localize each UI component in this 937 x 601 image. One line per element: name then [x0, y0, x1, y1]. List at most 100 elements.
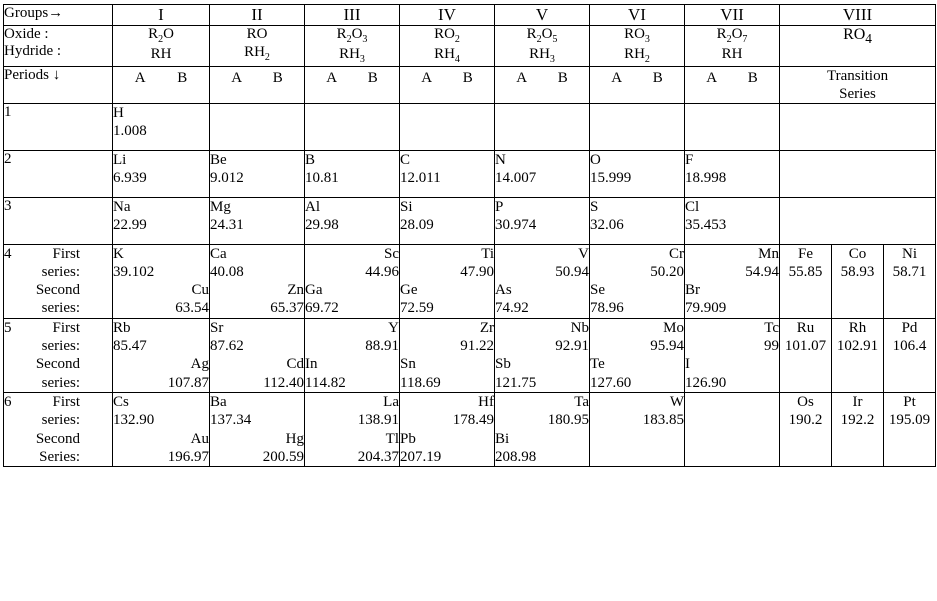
element-cell-La: La 138.91: [305, 393, 399, 430]
element-symbol: Zn: [287, 282, 304, 299]
element-cell-Zr: Zr 91.22: [400, 319, 494, 356]
table-row-period-1: 1 H 1.008: [3, 102, 937, 151]
element-mass: 9.012: [210, 169, 244, 186]
oxide-formula-V: R2O5: [526, 26, 558, 45]
element-mass: 35.453: [685, 216, 727, 233]
element-symbol: Pd: [901, 319, 918, 336]
first-series-label2: series:: [41, 412, 80, 429]
element-mass: 10.81: [305, 169, 339, 186]
element-cell-Pd: Pd 106.4: [882, 317, 937, 393]
element-group-V-period-5: Nb 92.91 Sb 121.75: [494, 317, 590, 393]
group-header-IV: IV: [399, 4, 495, 26]
element-group-I-period-5: Rb 85.47 Ag 107.87: [112, 317, 210, 393]
hydride-label: Hydride :: [4, 43, 62, 59]
period-6-first-line2: series:: [4, 411, 112, 429]
element-cell-empty: [209, 102, 305, 151]
second-series-label: Second: [35, 430, 80, 447]
element-symbol: Tc: [764, 319, 779, 336]
element-mass: 196.97: [167, 448, 209, 465]
period-6-second-line2: Series:: [4, 448, 112, 466]
element-cell-As: As 74.92: [495, 281, 589, 318]
element-group-V-period-6: Ta 180.95 Bi 208.98: [494, 391, 590, 468]
element-mass: 102.91: [836, 338, 879, 355]
element-mass: 88.91: [365, 338, 399, 355]
element-mass: 138.91: [357, 412, 399, 429]
element-mass: 22.99: [113, 216, 147, 233]
period-number-4: 4 First series: Second series:: [3, 243, 113, 319]
element-cell-Se: Se 78.96: [590, 281, 684, 318]
element-symbol: Y: [388, 319, 399, 336]
element-symbol: Bi: [495, 430, 510, 447]
element-symbol: Sc: [384, 245, 399, 262]
element-cell-Cs: Cs 132.90: [113, 393, 209, 430]
element-mass: 40.08: [210, 263, 244, 280]
element-cell-B: B 10.81: [304, 149, 400, 198]
subgroup-b-VII: B: [747, 69, 758, 86]
element-symbol: Sr: [210, 319, 224, 336]
element-cell-Al: Al 29.98: [304, 196, 400, 245]
element-cell-K: K 39.102: [113, 245, 209, 282]
element-mass: 126.90: [685, 374, 727, 391]
element-cell-Sb: Sb 121.75: [495, 355, 589, 392]
element-group-VII-period-5: Tc 99 I 126.90: [684, 317, 780, 393]
table-row-period-3: 3 Na 22.99 Mg 24.31 Al 29.98 Si 28.09 P …: [3, 196, 937, 245]
subgroup-ab-VII: A B: [684, 65, 780, 104]
element-cell-C: C 12.011: [399, 149, 495, 198]
group-header-VI: VI: [589, 4, 685, 26]
oxide-formula-I: R2O: [148, 26, 174, 45]
element-group-III-period-6: La 138.91 Tl 204.37: [304, 391, 400, 468]
mendeleev-periodic-table: Groups→ I II III IV V VI VII VIII Oxide …: [3, 4, 937, 468]
subgroup-a-VII: A: [706, 69, 718, 86]
subgroup-ab-I: A B: [112, 65, 210, 104]
first-series-label2: series:: [41, 338, 80, 355]
element-cell-Au: Au 196.97: [113, 430, 209, 467]
element-symbol: Os: [797, 393, 814, 410]
element-group-I-period-4: K 39.102 Cu 63.54: [112, 243, 210, 319]
element-cell-Ni: Ni 58.71: [882, 243, 937, 319]
formula-group-II: RO RH2: [209, 25, 305, 67]
hydride-formula-V: RH3: [529, 45, 555, 65]
element-cell-Ir: Ir 192.2: [831, 391, 884, 468]
element-mass: 192.2: [840, 412, 875, 429]
period-number-5: 5 First series: Second series:: [3, 317, 113, 393]
hydride-formula-II: RH2: [244, 43, 270, 63]
period-number-2: 2: [3, 149, 113, 198]
element-symbol: F: [685, 151, 694, 168]
element-group-VI-period-4: Cr 50.20 Se 78.96: [589, 243, 685, 319]
period-5-second-line2: series:: [4, 374, 112, 392]
element-mass: 127.60: [590, 374, 632, 391]
element-cell-Tl: Tl 204.37: [305, 430, 399, 467]
element-cell-Fe: Fe 55.85: [779, 243, 832, 319]
hydride-formula-IV: RH4: [434, 45, 460, 65]
element-symbol: Mo: [663, 319, 684, 336]
period-number: 4: [4, 245, 12, 262]
first-series-label2: series:: [41, 263, 80, 280]
element-symbol: Ti: [481, 245, 494, 262]
element-symbol: In: [305, 356, 318, 373]
oxide-formula-VIII: RO4: [778, 25, 937, 67]
element-group-II-period-4: Ca 40.08 Zn 65.37: [209, 243, 305, 319]
element-cell-Pt: Pt 195.09: [882, 391, 937, 468]
periodic-table-sheet: Groups→ I II III IV V VI VII VIII Oxide …: [0, 4, 937, 601]
element-mass: 63.54: [175, 300, 209, 317]
element-mass: 24.31: [210, 216, 244, 233]
element-cell-In: In 114.82: [305, 355, 399, 392]
element-mass: 178.49: [452, 412, 494, 429]
element-mass: 79.909: [685, 300, 727, 317]
element-mass: 180.95: [547, 412, 589, 429]
oxide-label: Oxide :: [4, 26, 49, 42]
formula-group-III: R2O3 RH3: [304, 25, 400, 67]
subgroup-a-II: A: [231, 69, 243, 86]
element-symbol: H: [113, 104, 124, 121]
element-cell-Rb: Rb 85.47: [113, 319, 209, 356]
header-row-groups: Groups→ I II III IV V VI VII VIII: [3, 4, 937, 26]
element-cell-empty: [304, 102, 400, 151]
element-mass: 101.07: [784, 338, 827, 355]
element-mass: 106.4: [892, 338, 927, 355]
group-header-III: III: [304, 4, 400, 26]
element-mass: 54.94: [745, 263, 779, 280]
element-cell-Co: Co 58.93: [831, 243, 884, 319]
element-symbol: Rh: [848, 319, 867, 336]
element-cell-Si: Si 28.09: [399, 196, 495, 245]
oxide-formula-VI: RO3: [624, 26, 650, 45]
